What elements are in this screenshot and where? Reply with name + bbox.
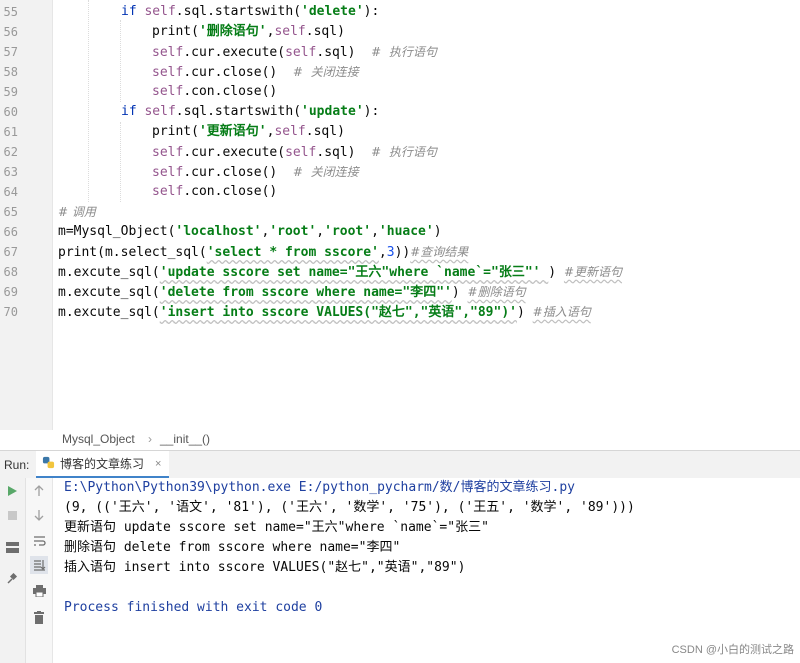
console-side-toolbar [26, 478, 53, 663]
code-line-59: self.con.close() [152, 84, 278, 99]
code-line-62: self.cur.execute(self.sql) # 执行语句 [152, 145, 437, 160]
run-toolbar: Run: 博客的文章练习 × [0, 450, 800, 480]
indent-guide [88, 0, 89, 202]
code-line-65: # 调用 [58, 205, 96, 219]
soft-wrap-icon[interactable] [30, 532, 48, 550]
code-line-56: print('删除语句',self.sql) [152, 24, 345, 39]
line-number: 69 [3, 285, 18, 299]
line-number: 64 [3, 185, 18, 199]
line-number: 60 [3, 105, 18, 119]
code-line-68: m.excute_sql('update sscore set name="王六… [58, 265, 623, 280]
line-number: 55 [3, 5, 18, 19]
console-line: 删除语句 delete from sscore where name="李四" [64, 540, 401, 555]
code-editor[interactable]: 55 56 57 58 59 60 61 62 63 64 65 66 67 6… [0, 0, 800, 430]
line-number: 56 [3, 25, 18, 39]
line-number: 66 [3, 225, 18, 239]
console-line: (9, (('王六', '语文', '81'), ('王六', '数学', '7… [64, 500, 635, 515]
code-line-69: m.excute_sql('delete from sscore where n… [58, 285, 526, 300]
line-number: 67 [3, 245, 18, 259]
line-number: 61 [3, 125, 18, 139]
scroll-to-end-icon[interactable] [30, 556, 48, 574]
line-number: 59 [3, 85, 18, 99]
indent-guide [120, 122, 121, 202]
code-line-61: print('更新语句',self.sql) [152, 124, 345, 139]
print-icon[interactable] [30, 582, 48, 600]
line-number: 57 [3, 45, 18, 59]
code-line-67: print(m.select_sql('select * from sscore… [58, 245, 469, 260]
code-line-55: if self.sql.startswith('delete'): [121, 4, 380, 19]
breadcrumb: Mysql_Object › __init__() [0, 430, 800, 450]
console-line: 插入语句 insert into sscore VALUES("赵七","英语"… [64, 560, 466, 575]
run-tab[interactable]: 博客的文章练习 × [36, 451, 170, 479]
line-number: 63 [3, 165, 18, 179]
line-number: 58 [3, 65, 18, 79]
line-number: 62 [3, 145, 18, 159]
arrow-up-icon[interactable] [30, 482, 48, 500]
close-icon[interactable]: × [155, 458, 161, 470]
indent-guide [120, 20, 121, 102]
console-line: Process finished with exit code 0 [64, 600, 323, 615]
run-side-toolbar [0, 478, 26, 663]
python-icon [42, 456, 55, 472]
rerun-icon[interactable] [3, 482, 21, 500]
line-number: 65 [3, 205, 18, 219]
arrow-down-icon[interactable] [30, 506, 48, 524]
console-line: E:\Python\Python39\python.exe E:/python_… [64, 480, 575, 495]
run-console: E:\Python\Python39\python.exe E:/python_… [0, 478, 800, 663]
breadcrumb-method[interactable]: __init__() [160, 432, 210, 446]
line-number: 70 [3, 305, 18, 319]
run-tab-title: 博客的文章练习 [60, 457, 145, 471]
code-line-60: if self.sql.startswith('update'): [121, 104, 380, 119]
console-line: 更新语句 update sscore set name="王六"where `n… [64, 520, 489, 535]
line-number-gutter: 55 56 57 58 59 60 61 62 63 64 65 66 67 6… [0, 0, 53, 430]
line-number: 68 [3, 265, 18, 279]
code-line-57: self.cur.execute(self.sql) # 执行语句 [152, 45, 437, 60]
watermark: CSDN @小白的测试之路 [671, 644, 794, 656]
code-line-64: self.con.close() [152, 184, 278, 199]
layout-icon[interactable] [3, 538, 21, 556]
breadcrumb-separator: › [148, 432, 152, 446]
pin-icon[interactable] [3, 570, 21, 588]
run-label: Run: [4, 458, 30, 472]
trash-icon[interactable] [30, 608, 48, 626]
code-line-63: self.cur.close() # 关闭连接 [152, 165, 359, 180]
breadcrumb-class[interactable]: Mysql_Object [62, 432, 135, 446]
code-line-70: m.excute_sql('insert into sscore VALUES(… [58, 305, 591, 320]
code-line-58: self.cur.close() # 关闭连接 [152, 65, 359, 80]
stop-icon[interactable] [3, 506, 21, 524]
code-line-66: m=Mysql_Object('localhost','root','root'… [58, 224, 442, 239]
